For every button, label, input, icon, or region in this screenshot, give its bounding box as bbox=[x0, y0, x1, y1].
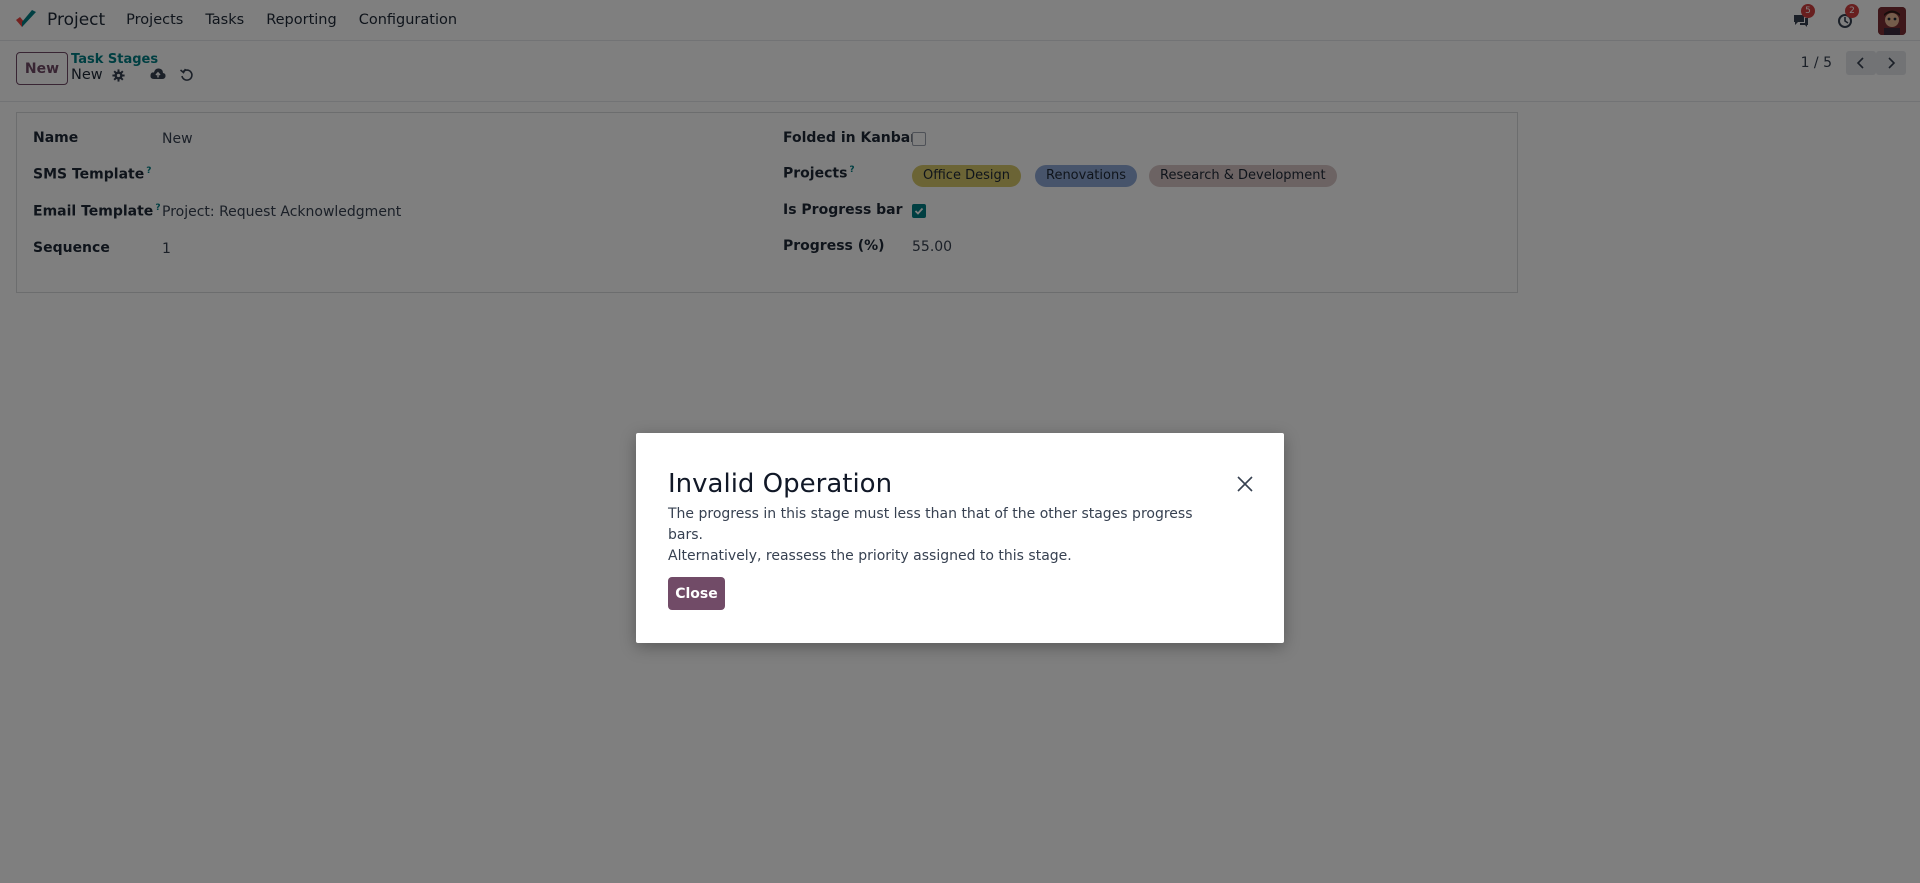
dialog-message-line-2: Alternatively, reassess the priority ass… bbox=[668, 548, 1072, 564]
invalid-operation-dialog: Invalid Operation The progress in this s… bbox=[636, 433, 1284, 643]
dialog-message-line-1: The progress in this stage must less tha… bbox=[668, 506, 1193, 543]
close-button[interactable]: Close bbox=[668, 577, 725, 610]
close-icon[interactable] bbox=[1236, 475, 1254, 493]
dialog-title: Invalid Operation bbox=[668, 469, 893, 499]
dialog-message: The progress in this stage must less tha… bbox=[668, 504, 1228, 567]
